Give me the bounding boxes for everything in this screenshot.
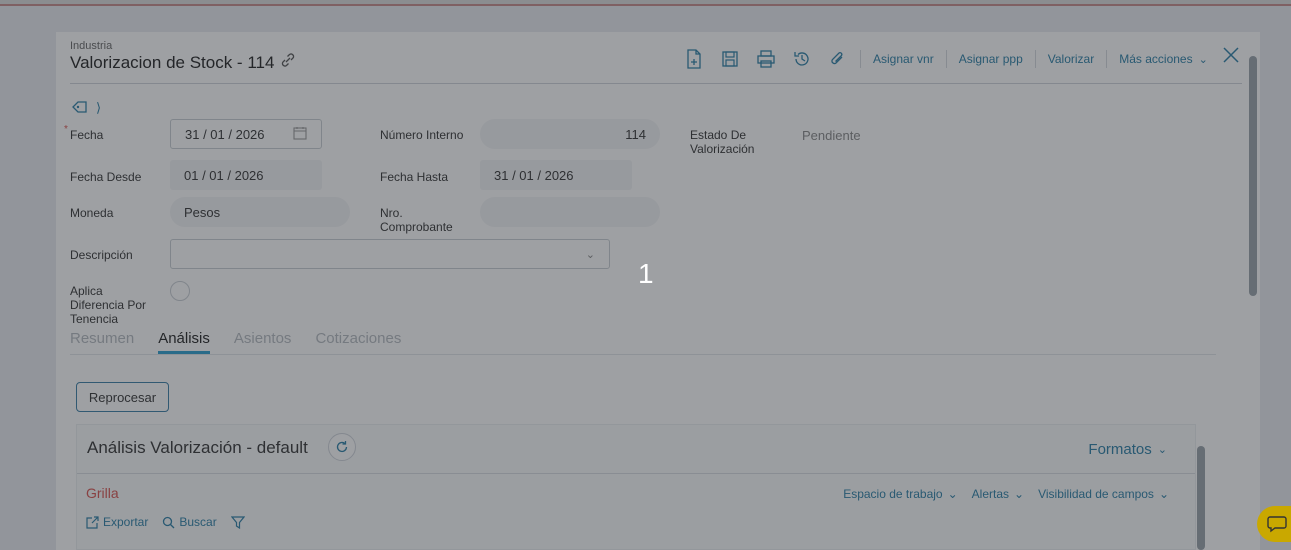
step-number: 1 [638, 258, 654, 289]
chat-icon [1267, 516, 1287, 533]
chat-button[interactable] [1257, 506, 1291, 542]
